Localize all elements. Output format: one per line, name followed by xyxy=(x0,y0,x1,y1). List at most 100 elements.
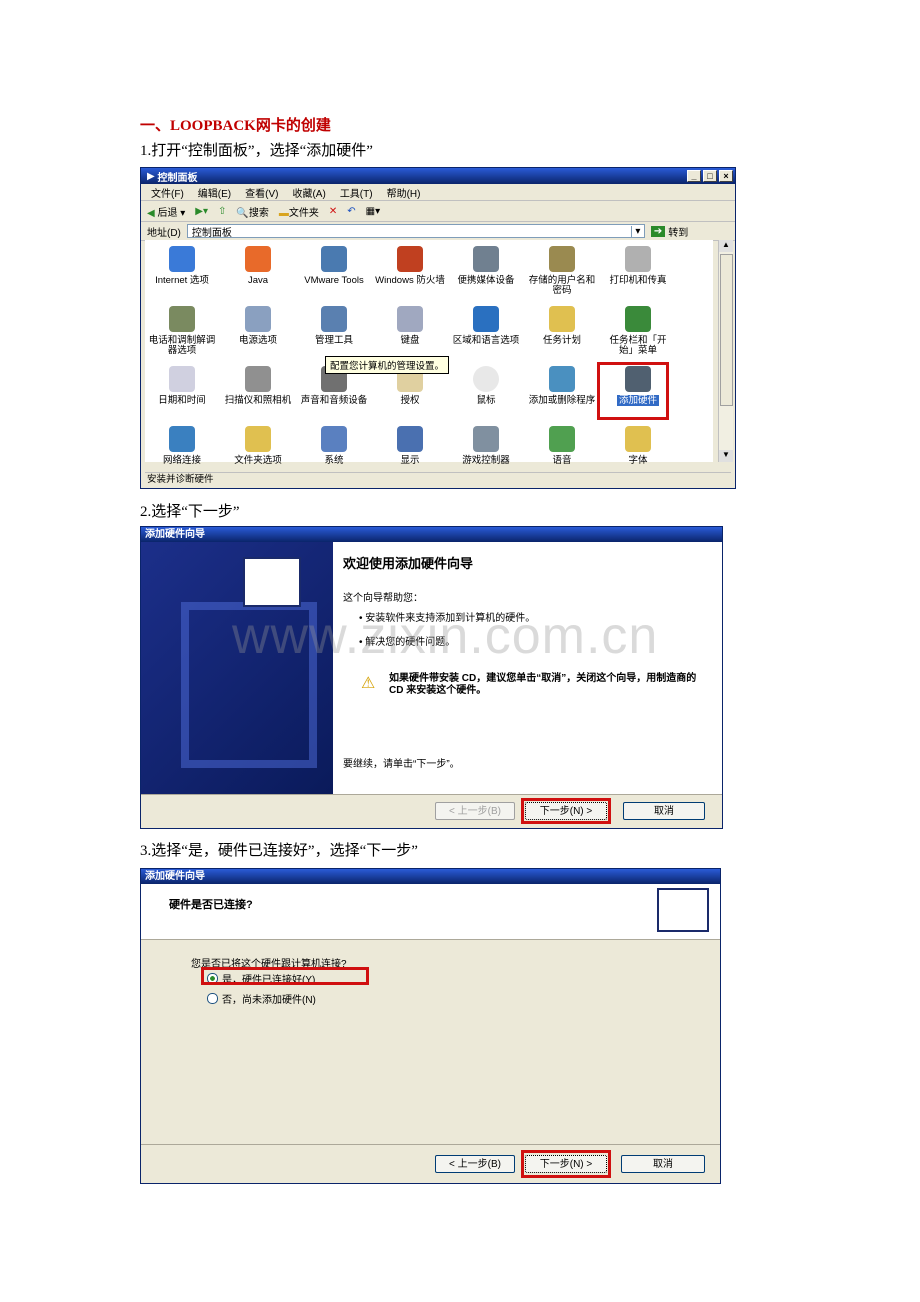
cp-item-stored-passwords[interactable]: 存储的用户名和密码 xyxy=(527,246,597,296)
computer-icon xyxy=(321,426,347,452)
maximize-button[interactable]: □ xyxy=(703,170,717,182)
back-button[interactable]: < 上一步(B) xyxy=(435,1155,515,1173)
vertical-scrollbar[interactable]: ▲ ▼ xyxy=(718,240,733,462)
wizard-header: 硬件是否已连接? xyxy=(141,884,720,940)
forward-button[interactable]: ▶▾ xyxy=(195,206,208,217)
clock-icon xyxy=(169,366,195,392)
cp-item-phone-modem[interactable]: 电话和调制解调器选项 xyxy=(147,306,217,356)
wizard-heading: 硬件是否已连接? xyxy=(169,899,253,911)
back-arrow-icon: ◀ xyxy=(147,207,155,219)
monitor-icon xyxy=(397,426,423,452)
cp-item-region[interactable]: 区域和语言选项 xyxy=(451,306,521,346)
cp-item-power[interactable]: 电源选项 xyxy=(223,306,293,346)
toolbar: ◀ 后退 ▾ ▶▾ ⇧ 🔍搜索 ▬文件夹 ✕ ↶ ▦▾ xyxy=(141,201,735,222)
wizard-side-panel xyxy=(141,542,333,797)
highlight-next-button xyxy=(521,1150,611,1178)
views-icon[interactable]: ▦▾ xyxy=(366,206,380,217)
cancel-button[interactable]: 取消 xyxy=(623,802,705,820)
step-2-text: 2.选择“下一步” xyxy=(140,504,240,520)
minimize-button[interactable]: _ xyxy=(687,170,701,182)
wizard-footer: < 上一步(B) 下一步(N) > 取消 xyxy=(141,1144,720,1183)
highlight-next-button xyxy=(521,798,611,824)
font-folder-icon xyxy=(625,426,651,452)
cp-item-internet-options[interactable]: Internet 选项 xyxy=(147,246,217,286)
network-icon xyxy=(169,426,195,452)
gamepad-icon xyxy=(473,426,499,452)
cp-item-taskbar[interactable]: 任务栏和「开始」菜单 xyxy=(603,306,673,356)
delete-icon[interactable]: ✕ xyxy=(329,206,337,217)
scroll-up-icon[interactable]: ▲ xyxy=(719,240,733,252)
highlight-add-hardware xyxy=(597,362,669,420)
status-bar: 安装并诊断硬件 xyxy=(145,472,731,486)
cp-item-fonts[interactable]: 字体 xyxy=(603,426,673,466)
cancel-button[interactable]: 取消 xyxy=(621,1155,705,1173)
go-button[interactable]: ➔ 转到 xyxy=(650,224,688,239)
undo-icon[interactable]: ↶ xyxy=(347,206,355,217)
control-panel-items: Internet 选项 Java VMware Tools Windows 防火… xyxy=(145,240,713,466)
address-input[interactable]: 控制面板 ▾ xyxy=(186,224,645,239)
back-button[interactable]: < 上一步(B) xyxy=(435,802,515,820)
hardware-icon xyxy=(243,557,301,607)
go-arrow-icon: ➔ xyxy=(650,225,666,237)
add-hardware-wizard-connected: 添加硬件向导 硬件是否已连接? 您是否已将这个硬件跟计算机连接? 是，硬件已连接… xyxy=(140,868,721,1184)
java-icon xyxy=(245,246,271,272)
wizard-heading: 欢迎使用添加硬件向导 xyxy=(343,556,474,571)
menu-view[interactable]: 查看(V) xyxy=(245,185,278,200)
window-titlebar: ▶ 控制面板 _ □ × xyxy=(141,168,735,184)
folders-button[interactable]: ▬文件夹 xyxy=(279,204,319,219)
hardware-icon xyxy=(657,888,709,932)
cp-item-folder-options[interactable]: 文件夹选项 xyxy=(223,426,293,466)
folder-icon: ▬ xyxy=(278,207,289,219)
cp-item-mouse[interactable]: 鼠标 xyxy=(451,366,521,406)
power-icon xyxy=(245,306,271,332)
cp-item-admin-tools[interactable]: 管理工具 xyxy=(299,306,369,346)
scroll-thumb[interactable] xyxy=(720,254,733,406)
folder-icon xyxy=(245,426,271,452)
cp-item-date-time[interactable]: 日期和时间 xyxy=(147,366,217,406)
warning-text: 如果硬件带安装 CD，建议您单击“取消”，关闭这个向导，用制造商的 CD 来安装… xyxy=(389,673,697,696)
step-3-text: 3.选择“是，硬件已连接好”，选择“下一步” xyxy=(140,843,418,859)
cp-item-scanners[interactable]: 扫描仪和照相机 xyxy=(223,366,293,406)
cp-item-add-remove-programs[interactable]: 添加或删除程序 xyxy=(527,366,597,406)
menu-tools[interactable]: 工具(T) xyxy=(340,185,373,200)
mouse-icon xyxy=(473,366,499,392)
task-folder-icon xyxy=(549,306,575,332)
wizard-footer: < 上一步(B) 下一步(N) > 取消 xyxy=(141,794,722,828)
highlight-radio-yes xyxy=(201,967,369,985)
speech-icon xyxy=(549,426,575,452)
radio-no[interactable]: 否，尚未添加硬件(N) xyxy=(207,991,316,1006)
address-label: 地址(D) xyxy=(147,227,181,239)
up-icon[interactable]: ⇧ xyxy=(218,206,226,217)
menu-favorites[interactable]: 收藏(A) xyxy=(292,185,325,200)
cp-item-network[interactable]: 网络连接 xyxy=(147,426,217,466)
phone-icon xyxy=(169,306,195,332)
chevron-down-icon[interactable]: ▾ xyxy=(630,225,644,237)
admin-tools-icon xyxy=(321,306,347,332)
folder-icon: ▶ xyxy=(147,170,155,182)
wizard-title: 添加硬件向导 xyxy=(141,527,722,542)
cp-item-firewall[interactable]: Windows 防火墙 xyxy=(375,246,445,286)
close-button[interactable]: × xyxy=(719,170,733,182)
cp-item-portable-media[interactable]: 便携媒体设备 xyxy=(451,246,521,286)
scroll-down-icon[interactable]: ▼ xyxy=(719,450,733,462)
cp-item-game-controllers[interactable]: 游戏控制器 xyxy=(451,426,521,466)
cp-item-vmware-tools[interactable]: VMware Tools xyxy=(299,246,369,286)
cp-item-keyboard[interactable]: 键盘 xyxy=(375,306,445,346)
cp-item-display[interactable]: 显示 xyxy=(375,426,445,466)
printer-icon xyxy=(625,246,651,272)
continue-text: 要继续，请单击“下一步”。 xyxy=(343,759,460,770)
menu-file[interactable]: 文件(F) xyxy=(151,185,184,200)
vmware-icon xyxy=(321,246,347,272)
menu-edit[interactable]: 编辑(E) xyxy=(198,185,231,200)
globe-icon xyxy=(169,246,195,272)
cp-item-system[interactable]: 系统 xyxy=(299,426,369,466)
cp-item-speech[interactable]: 语音 xyxy=(527,426,597,466)
taskbar-icon xyxy=(625,306,651,332)
radio-unselected-icon xyxy=(207,993,218,1004)
search-button[interactable]: 🔍搜索 xyxy=(236,204,268,219)
cp-item-scheduled-tasks[interactable]: 任务计划 xyxy=(527,306,597,346)
menu-help[interactable]: 帮助(H) xyxy=(387,185,421,200)
cp-item-java[interactable]: Java xyxy=(223,246,293,286)
back-button[interactable]: ◀ 后退 ▾ xyxy=(147,204,185,219)
cp-item-printers[interactable]: 打印机和传真 xyxy=(603,246,673,286)
